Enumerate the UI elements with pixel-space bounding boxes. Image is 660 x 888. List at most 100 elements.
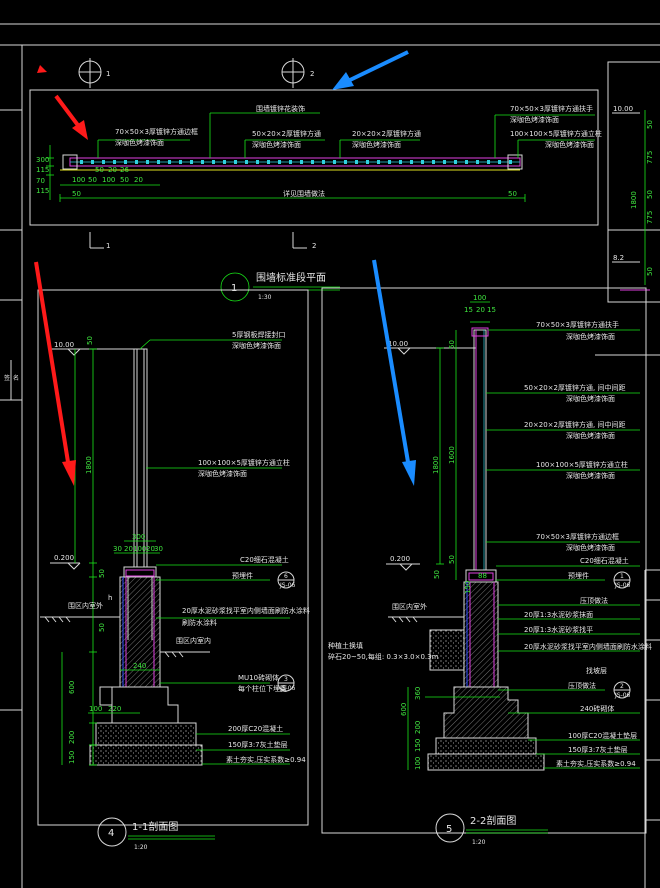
plan-baluster-dot	[399, 160, 402, 164]
section-cut-2-bottom: 2	[292, 232, 316, 250]
s2-label-fill: 种植土换填	[328, 641, 363, 650]
plan-baluster-dot	[124, 160, 127, 164]
plan-baluster-dot	[135, 160, 138, 164]
s1-level-top: 10.00	[54, 341, 74, 349]
s2-callout: 压顶做法	[568, 681, 596, 690]
plan-callout: 100×100×5厚镀锌方通立柱	[510, 129, 602, 138]
s2-callout: 深咖色烤漆饰面	[566, 394, 615, 403]
plan-dim: 50	[95, 166, 104, 174]
s2-callout: 压顶做法	[580, 596, 608, 605]
s1-callout: 预埋件	[232, 571, 253, 580]
s2-dim: 360	[414, 687, 422, 700]
plan-baluster-dot	[289, 160, 292, 164]
side-dim: 1800	[630, 191, 638, 209]
section-cut-2-top: 2	[281, 58, 314, 88]
red-arrow-icon	[34, 261, 70, 463]
s2-label-gravel: 碎石20~50,每组: 0.3×3.0×0.3m	[328, 652, 439, 661]
plan-callout: 70×50×3厚镀锌方通扶手	[510, 104, 593, 113]
s2-dim: 20	[476, 306, 485, 314]
s1-callout: 刷防水涂料	[182, 618, 217, 627]
blue-arrow-icon	[372, 259, 410, 463]
s1-ref-number: 6	[284, 573, 288, 580]
s1-callout: 200厚C20混凝土	[228, 724, 283, 733]
plan-baluster-dot	[355, 160, 358, 164]
s2-label-outdoor: 围区内室外	[392, 602, 427, 611]
s1-label-outdoor: 围区内室外	[68, 601, 103, 610]
s1-dim: 1800	[85, 456, 93, 474]
s2-callout: 预埋件	[568, 571, 589, 580]
s1-ref-sheet: JS-06	[279, 582, 296, 589]
plan-dim: 100	[102, 176, 115, 184]
s2-ref-sheet: JS-06	[614, 582, 631, 589]
plan-callout: 深咖色烤漆饰面	[115, 138, 164, 147]
s2-scale: 1:20	[472, 839, 486, 846]
plan-dim: 300	[36, 156, 49, 164]
s1-callout: 20厚水泥砂浆找平室内侧墙面刷防水涂料	[182, 606, 310, 615]
plan-baluster-dot	[454, 160, 457, 164]
plan-baluster-dot	[498, 160, 501, 164]
s2-dim: 15	[464, 306, 473, 314]
plan-callout: 50×20×2厚镀锌方通	[252, 129, 321, 138]
plan-callout: 深咖色烤漆饰面	[252, 140, 301, 149]
s2-callout: 70×50×3厚镀锌方通边框	[536, 532, 619, 541]
s2-callout: 240砖砌体	[580, 704, 614, 713]
s1-ref-number: 3	[284, 676, 288, 683]
s2-callout: 素土夯实,压实系数≥0.94	[556, 759, 636, 768]
section-2-2: 10.00 0.200 1800 50 1600 50 50 600 360 2…	[321, 287, 652, 846]
s2-dim: 100	[473, 294, 486, 302]
s2-dim: 15	[487, 306, 496, 314]
s2-dim: 1600	[448, 446, 456, 464]
s1-callout: 深咖色烤漆饰面	[198, 469, 247, 478]
plan-callout: 围墙镀锌花装饰	[256, 104, 305, 113]
s1-dim: 150	[68, 751, 76, 764]
s2-callout: 20×20×2厚镀锌方通, 间中间距	[524, 420, 625, 429]
plan-baluster-dot	[113, 160, 116, 164]
plan-baluster-dot	[476, 160, 479, 164]
s1-label-indoor: 围区内室内	[176, 636, 211, 645]
red-arrow-icon	[37, 65, 47, 73]
s2-callout: 20厚1:3水泥砂浆找平	[524, 625, 593, 634]
plan-dim: 26	[120, 166, 129, 174]
section-1-1: 10.00 0.200 1800 50 50 600 200 150 50 30…	[37, 289, 310, 851]
blue-arrow-icon	[332, 72, 354, 90]
plan-baluster-dot	[311, 160, 314, 164]
s1-dim: 30	[154, 545, 163, 553]
side-dim: 775	[646, 211, 654, 224]
s1-dim: 240	[133, 662, 146, 670]
s1-title: 1-1剖面图	[132, 820, 178, 833]
s2-dim: 200	[414, 721, 422, 734]
plan-baluster-dot	[300, 160, 303, 164]
plan-baluster-dot	[157, 160, 160, 164]
s2-title-block: 5 2-2剖面图 1:20	[435, 813, 548, 846]
s2-dim: 600	[400, 703, 408, 716]
side-level: 8.2	[613, 254, 624, 262]
s1-callout: C20细石混凝土	[240, 555, 289, 564]
plan-dim: 50	[72, 190, 81, 198]
plan-baluster-dot	[212, 160, 215, 164]
s2-callout: 70×50×3厚镀锌方通扶手	[536, 320, 619, 329]
plan-callout: 深咖色烤漆饰面	[545, 140, 594, 149]
plan-baluster-dot	[234, 160, 237, 164]
side-level: 10.00	[613, 105, 633, 113]
plan-callout: 20×20×2厚镀锌方通	[352, 129, 421, 138]
s1-title-block: 4 1-1剖面图 1:20	[97, 817, 215, 851]
s2-dim: 1800	[432, 456, 440, 474]
s2-dim: 50	[448, 555, 456, 564]
plan-baluster-dot	[146, 160, 149, 164]
side-dim: 50	[646, 267, 654, 276]
s1-callout: 素土夯实,压实系数≥0.94	[226, 755, 306, 764]
plan-baluster-dot	[267, 160, 270, 164]
s1-dim: 200	[68, 731, 76, 744]
s2-callout: 100厚C20混凝土垫层	[568, 731, 637, 740]
s1-dim: 220	[108, 705, 121, 713]
plan-baluster-dot	[465, 160, 468, 164]
s1-callout: MU10砖砌体	[238, 673, 279, 682]
plan-dim: 100	[72, 176, 85, 184]
plan-baluster-dot	[168, 160, 171, 164]
s2-dim: 100	[414, 757, 422, 770]
plan-dim: 115	[36, 187, 49, 195]
s2-dim: 150	[464, 581, 472, 594]
s1-scale: 1:20	[134, 844, 148, 851]
plan-scale: 1:30	[258, 294, 272, 301]
side-dim: 775	[646, 151, 654, 164]
